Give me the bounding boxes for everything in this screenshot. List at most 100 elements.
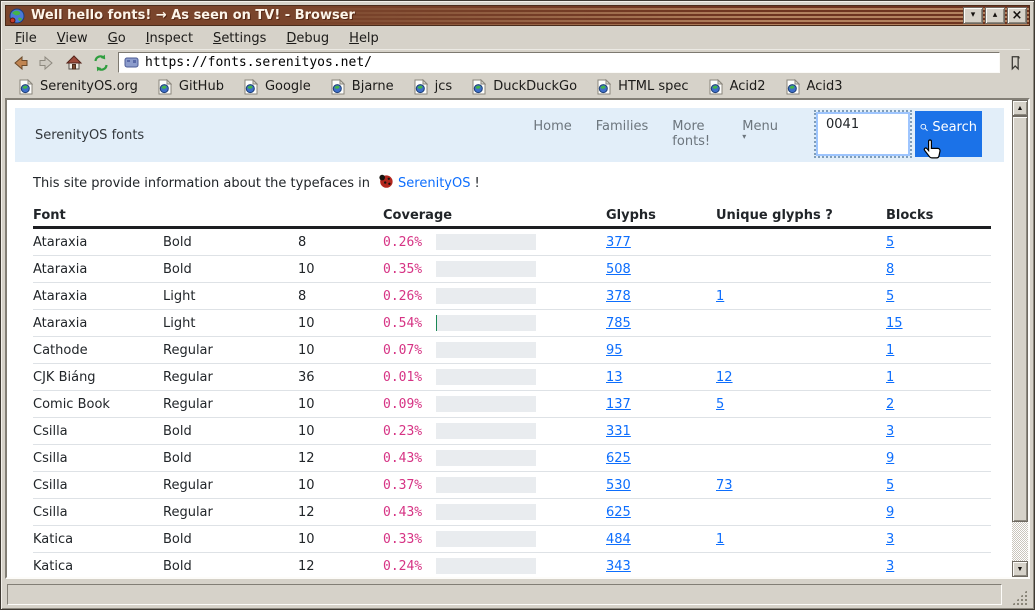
blocks-link[interactable]: 2 <box>886 397 894 412</box>
nav-item[interactable]: Home <box>533 120 571 150</box>
cell-coverage-percent: 0.07% <box>383 343 436 358</box>
bookmark-label: Bjarne <box>352 79 394 94</box>
table-body: Ataraxia Bold 8 0.26% 377 5 Ataraxia Bol… <box>33 229 991 577</box>
menu-item[interactable]: Help <box>339 29 389 48</box>
bookmark-label: Google <box>265 79 311 94</box>
resize-grip[interactable] <box>1012 590 1027 605</box>
vertical-scrollbar[interactable]: ▲ ▼ <box>1012 100 1028 577</box>
blocks-link[interactable]: 5 <box>886 235 894 250</box>
glyphs-link[interactable]: 331 <box>606 424 631 439</box>
back-button[interactable] <box>8 52 32 74</box>
glyphs-link[interactable]: 377 <box>606 235 631 250</box>
bookmark-item[interactable]: Acid3 <box>776 79 853 95</box>
menu-item[interactable]: Debug <box>276 29 339 48</box>
cell-font-name: Ataraxia <box>33 316 163 331</box>
forward-button[interactable] <box>35 52 59 74</box>
coverage-progress-bar <box>436 315 536 331</box>
blocks-link[interactable]: 3 <box>886 559 894 574</box>
bookmark-item[interactable]: Bjarne <box>321 79 404 95</box>
bookmark-item[interactable]: SerenityOS.org <box>9 79 148 95</box>
menu-item[interactable]: Go <box>98 29 136 48</box>
home-button[interactable] <box>62 52 86 74</box>
bookmark-page-button[interactable] <box>1003 52 1027 74</box>
glyphs-link[interactable]: 785 <box>606 316 631 331</box>
bookmark-item[interactable]: jcs <box>404 79 463 95</box>
bookmark-item[interactable]: DuckDuckGo <box>462 79 587 95</box>
blocks-link[interactable]: 15 <box>886 316 903 331</box>
menu-item[interactable]: File <box>5 29 47 48</box>
cell-font-weight: Bold <box>163 532 298 547</box>
unique-glyphs-link[interactable]: 5 <box>716 397 724 412</box>
bookmark-item[interactable]: GitHub <box>148 79 234 95</box>
glyphs-link[interactable]: 343 <box>606 559 631 574</box>
blocks-link[interactable]: 1 <box>886 343 894 358</box>
blocks-link[interactable]: 1 <box>886 370 894 385</box>
reload-button[interactable] <box>89 52 113 74</box>
blocks-link[interactable]: 5 <box>886 289 894 304</box>
blocks-link[interactable]: 3 <box>886 424 894 439</box>
site-nav: Home Families More fonts! Menu ▾ <box>533 108 778 150</box>
title-bar[interactable]: Well hello fonts! → As seen on TV! - Bro… <box>5 5 1030 26</box>
bookmark-item[interactable]: Google <box>234 79 321 95</box>
unique-glyphs-link[interactable]: 12 <box>716 370 733 385</box>
coverage-progress-bar <box>436 531 536 547</box>
cell-coverage-percent: 0.23% <box>383 424 436 439</box>
menu-item[interactable]: Settings <box>203 29 276 48</box>
blocks-link[interactable]: 9 <box>886 451 894 466</box>
glyphs-link[interactable]: 378 <box>606 289 631 304</box>
unique-glyphs-link[interactable]: 1 <box>716 532 724 547</box>
bookmark-item[interactable]: HTML spec <box>587 79 698 95</box>
glyphs-link[interactable]: 530 <box>606 478 631 493</box>
serenityos-link[interactable]: SerenityOS <box>398 176 470 191</box>
nav-item[interactable]: Families <box>596 120 649 150</box>
status-text-panel <box>7 584 1002 605</box>
coverage-progress-bar <box>436 396 536 412</box>
url-bar[interactable]: https://fonts.serenityos.net/ <box>118 52 1000 73</box>
bookmark-label: HTML spec <box>618 79 688 94</box>
glyphs-link[interactable]: 95 <box>606 343 623 358</box>
nav-item-label: Home <box>533 119 571 134</box>
blocks-link[interactable]: 3 <box>886 532 894 547</box>
table-row: Ataraxia Bold 10 0.35% 508 8 <box>33 256 991 283</box>
nav-item[interactable]: More fonts! <box>672 120 718 150</box>
scrollbar-up-button[interactable]: ▲ <box>1012 100 1028 116</box>
cell-font-size: 12 <box>298 451 383 466</box>
glyphs-link[interactable]: 625 <box>606 451 631 466</box>
table-row: Csilla Bold 12 0.43% 625 9 <box>33 445 991 472</box>
site-brand: SerenityOS fonts <box>35 128 144 143</box>
blocks-link[interactable]: 8 <box>886 262 894 277</box>
cell-font-weight: Regular <box>163 370 298 385</box>
minimize-button[interactable]: ▾ <box>963 7 983 24</box>
bookmark-item[interactable]: Acid2 <box>699 79 776 95</box>
bookmark-label: GitHub <box>179 79 224 94</box>
glyphs-link[interactable]: 484 <box>606 532 631 547</box>
scrollbar-thumb[interactable] <box>1012 116 1028 522</box>
glyphs-link[interactable]: 508 <box>606 262 631 277</box>
cell-font-name: Ataraxia <box>33 235 163 250</box>
cell-coverage-percent: 0.09% <box>383 397 436 412</box>
unique-glyphs-link[interactable]: 1 <box>716 289 724 304</box>
blocks-link[interactable]: 9 <box>886 505 894 520</box>
glyphs-link[interactable]: 13 <box>606 370 623 385</box>
table-row: Ataraxia Light 10 0.54% 785 15 <box>33 310 991 337</box>
coverage-progress-bar <box>436 504 536 520</box>
scrollbar-down-button[interactable]: ▼ <box>1012 561 1028 577</box>
blocks-link[interactable]: 5 <box>886 478 894 493</box>
browser-window: Well hello fonts! → As seen on TV! - Bro… <box>0 0 1035 610</box>
cell-font-size: 10 <box>298 316 383 331</box>
unique-glyphs-link[interactable]: 73 <box>716 478 733 493</box>
site-header: SerenityOS fonts Home Families More font… <box>15 108 1004 162</box>
close-button[interactable]: × <box>1007 7 1027 24</box>
bookmark-favicon-icon <box>786 79 800 95</box>
menu-item[interactable]: View <box>47 29 98 48</box>
glyphs-link[interactable]: 625 <box>606 505 631 520</box>
search-input[interactable] <box>816 112 910 156</box>
menu-item[interactable]: Inspect <box>136 29 203 48</box>
cell-font-name: Csilla <box>33 451 163 466</box>
status-bar <box>5 582 1030 607</box>
maximize-button[interactable]: ▴ <box>985 7 1005 24</box>
glyphs-link[interactable]: 137 <box>606 397 631 412</box>
cell-font-name: Katica <box>33 559 163 574</box>
nav-item[interactable]: Menu ▾ <box>742 120 778 150</box>
search-button[interactable]: Search <box>915 111 982 157</box>
